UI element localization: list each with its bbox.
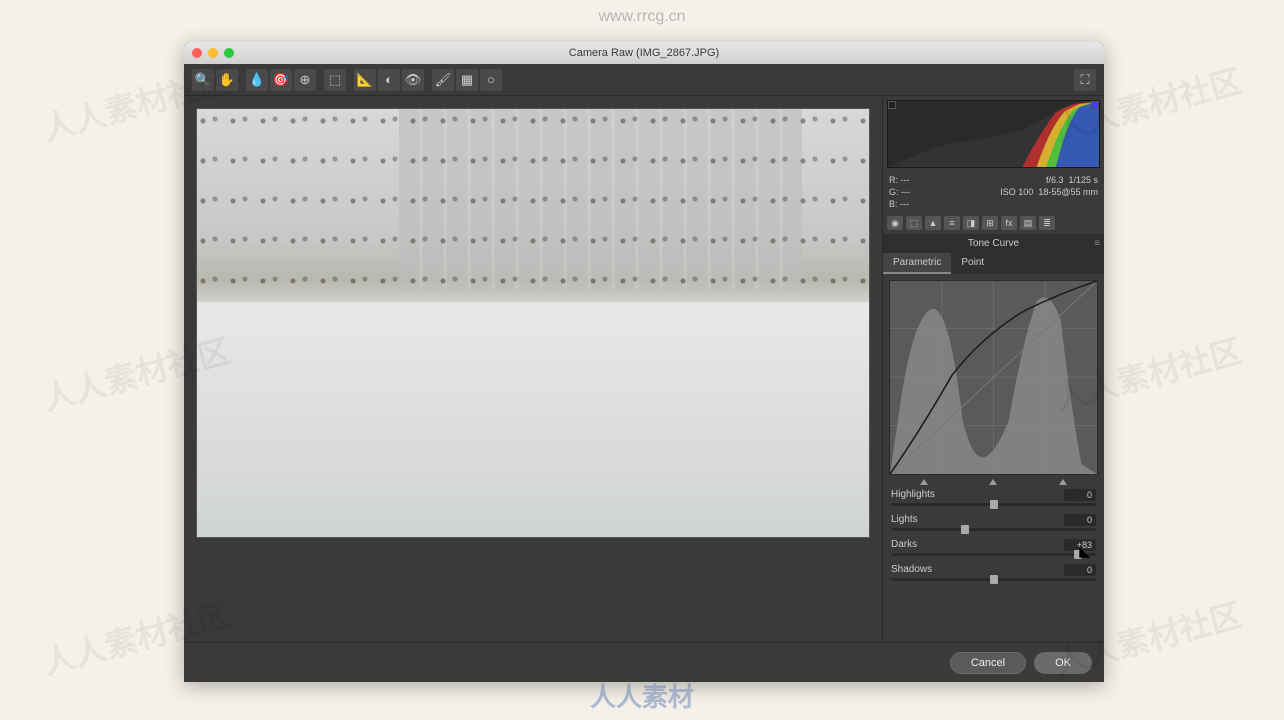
lights-thumb[interactable] xyxy=(961,525,969,534)
lens-tab-icon[interactable]: ⊞ xyxy=(982,216,998,230)
image-preview-area[interactable] xyxy=(184,96,882,642)
darks-row: Darks +83 xyxy=(891,539,1096,556)
redeye-tool[interactable]: 👁 xyxy=(402,69,424,91)
split-tone-tab-icon[interactable]: ◨ xyxy=(963,216,979,230)
bottom-watermark: 人人素材 xyxy=(590,677,694,714)
highlights-label: Highlights xyxy=(891,489,935,501)
rgb-b-label: B: xyxy=(889,199,898,209)
rgb-g-value: --- xyxy=(901,187,910,197)
presets-tab-icon[interactable]: ≣ xyxy=(1039,216,1055,230)
white-balance-tool[interactable]: 💧 xyxy=(246,69,268,91)
exif-shutter: 1/125 s xyxy=(1068,175,1098,185)
highlights-value[interactable]: 0 xyxy=(1064,489,1096,501)
shadows-slider[interactable] xyxy=(891,578,1096,581)
exif-lens: 18-55@55 mm xyxy=(1038,187,1098,197)
panel-title-bar: Tone Curve ≡ xyxy=(883,234,1104,253)
lights-row: Lights 0 xyxy=(891,514,1096,531)
cancel-button[interactable]: Cancel xyxy=(950,652,1026,674)
adjustment-tab-strip: ◉ ⬚ ▲ ≡ ◨ ⊞ fx ▤ ≣ xyxy=(883,212,1104,234)
adjustments-panel: R: --- G: --- B: --- f/6.3 1/125 s ISO 1… xyxy=(882,96,1104,642)
lights-value[interactable]: 0 xyxy=(1064,514,1096,526)
close-window-button[interactable] xyxy=(192,48,202,58)
point-tab[interactable]: Point xyxy=(951,253,994,274)
highlights-slider[interactable] xyxy=(891,503,1096,506)
tone-curve-tab-icon[interactable]: ⬚ xyxy=(906,216,922,230)
fx-tab-icon[interactable]: fx xyxy=(1001,216,1017,230)
hand-tool[interactable]: ✋ xyxy=(216,69,238,91)
shadows-value[interactable]: 0 xyxy=(1064,564,1096,576)
hsl-tab-icon[interactable]: ≡ xyxy=(944,216,960,230)
darks-label: Darks xyxy=(891,539,917,551)
ok-button[interactable]: OK xyxy=(1034,652,1092,674)
curve-mode-tabs: Parametric Point xyxy=(883,253,1104,274)
shadows-label: Shadows xyxy=(891,564,932,576)
main-toolbar: 🔍 ✋ 💧 🎯 ⊕ ⬚ 📐 ◐ 👁 🖌 ▦ ○ ⛶ xyxy=(184,64,1104,96)
rgb-g-label: G: xyxy=(889,187,899,197)
rgb-b-value: --- xyxy=(900,199,909,209)
shadows-row: Shadows 0 xyxy=(891,564,1096,581)
preview-image xyxy=(196,108,870,538)
lights-slider[interactable] xyxy=(891,528,1096,531)
histogram[interactable] xyxy=(887,100,1100,168)
camera-raw-window: Camera Raw (IMG_2867.JPG) 🔍 ✋ 💧 🎯 ⊕ ⬚ 📐 … xyxy=(184,42,1104,682)
highlight-clip-warning[interactable] xyxy=(1091,101,1099,109)
spot-removal-tool[interactable]: ◐ xyxy=(378,69,400,91)
rgb-r-value: --- xyxy=(901,175,910,185)
radial-filter-tool[interactable]: ○ xyxy=(480,69,502,91)
targeted-adjust-tool[interactable]: ⊕ xyxy=(294,69,316,91)
shadow-clip-warning[interactable] xyxy=(888,101,896,109)
darks-slider[interactable] xyxy=(891,553,1096,556)
exif-aperture: f/6.3 xyxy=(1046,175,1064,185)
exif-readout: R: --- G: --- B: --- f/6.3 1/125 s ISO 1… xyxy=(883,172,1104,212)
darks-thumb[interactable] xyxy=(1074,550,1082,559)
fullscreen-toggle[interactable]: ⛶ xyxy=(1074,69,1096,91)
parametric-sliders: Highlights 0 Lights 0 Darks +83 xyxy=(883,485,1104,593)
traffic-lights xyxy=(192,48,234,58)
shadows-thumb[interactable] xyxy=(990,575,998,584)
color-sampler-tool[interactable]: 🎯 xyxy=(270,69,292,91)
panel-menu-icon[interactable]: ≡ xyxy=(1094,238,1100,249)
parametric-tab[interactable]: Parametric xyxy=(883,253,951,274)
zoom-tool[interactable]: 🔍 xyxy=(192,69,214,91)
window-title: Camera Raw (IMG_2867.JPG) xyxy=(569,47,719,59)
lights-label: Lights xyxy=(891,514,918,526)
highlights-thumb[interactable] xyxy=(990,500,998,509)
calibration-tab-icon[interactable]: ▤ xyxy=(1020,216,1036,230)
titlebar: Camera Raw (IMG_2867.JPG) xyxy=(184,42,1104,64)
adjustment-brush-tool[interactable]: 🖌 xyxy=(432,69,454,91)
highlights-row: Highlights 0 xyxy=(891,489,1096,506)
straighten-tool[interactable]: 📐 xyxy=(354,69,376,91)
crop-tool[interactable]: ⬚ xyxy=(324,69,346,91)
rgb-r-label: R: xyxy=(889,175,898,185)
detail-tab-icon[interactable]: ▲ xyxy=(925,216,941,230)
minimize-window-button[interactable] xyxy=(208,48,218,58)
dialog-footer: Cancel OK xyxy=(184,642,1104,682)
maximize-window-button[interactable] xyxy=(224,48,234,58)
graduated-filter-tool[interactable]: ▦ xyxy=(456,69,478,91)
tone-curve-editor[interactable] xyxy=(889,280,1098,475)
exif-iso: ISO 100 xyxy=(1000,187,1033,197)
watermark-url: www.rrcg.cn xyxy=(598,8,685,26)
basic-tab-icon[interactable]: ◉ xyxy=(887,216,903,230)
panel-title: Tone Curve xyxy=(968,238,1019,249)
